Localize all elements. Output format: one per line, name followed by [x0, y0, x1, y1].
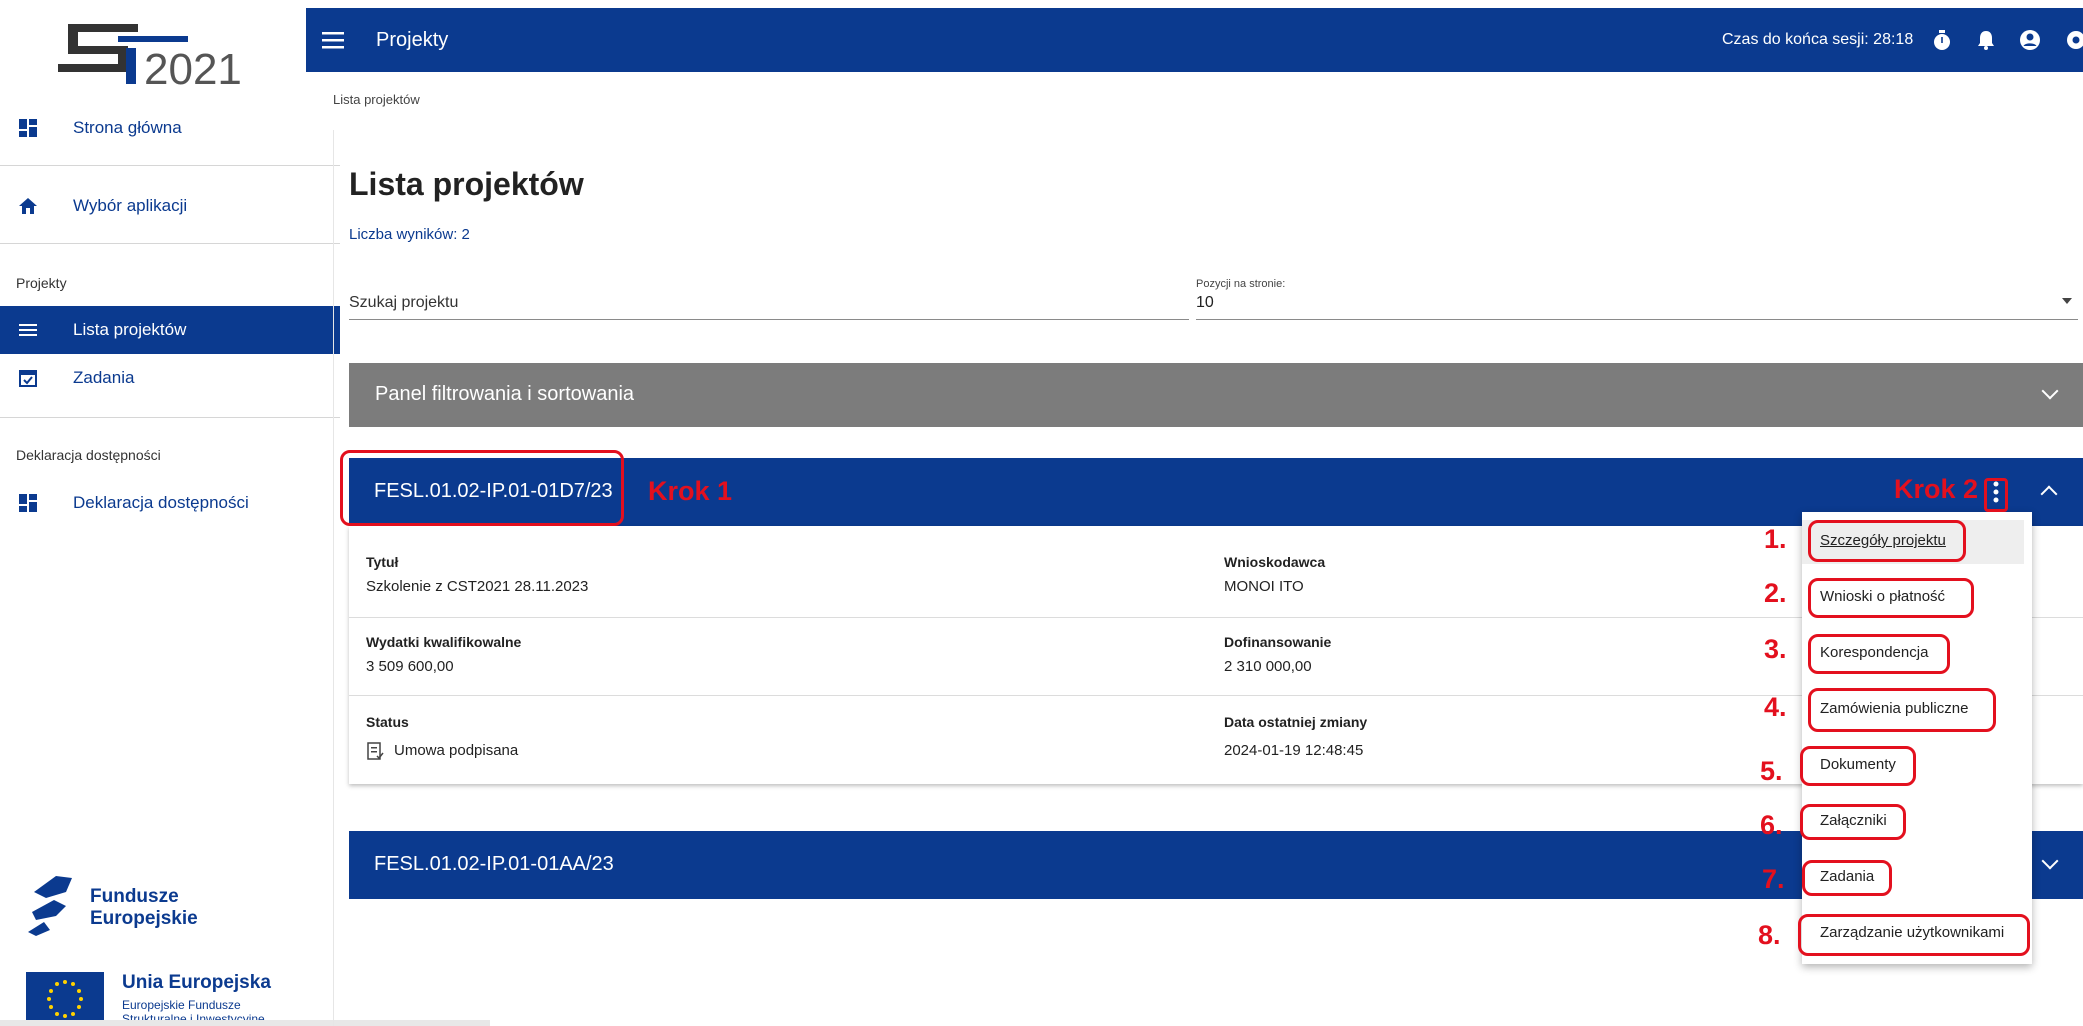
search-placeholder: Szukaj projektu — [349, 294, 459, 311]
per-page-value: 10 — [1196, 294, 1214, 311]
annotation-number-7: 7. — [1762, 864, 1785, 894]
search-input[interactable]: Szukaj projektu — [349, 292, 1189, 320]
eu-flag — [26, 972, 104, 1026]
value-cofinancing: 2 310 000,00 — [1224, 658, 1312, 675]
top-bar: Projekty Czas do końca sesji: 28:18 — [306, 8, 2083, 72]
annotation-number-2: 2. — [1764, 578, 1787, 608]
breadcrumb[interactable]: Lista projektów — [333, 92, 420, 107]
annotation-ring-project — [340, 450, 624, 526]
annotation-ring-4 — [1808, 688, 1996, 732]
value-eligible-expenses: 3 509 600,00 — [366, 658, 454, 675]
divider — [0, 243, 340, 244]
value-status: Umowa podpisana — [394, 742, 519, 759]
annotation-number-4: 4. — [1764, 692, 1787, 722]
fe-logo-text: Fundusze Europejskie — [90, 886, 198, 930]
label-last-change: Data ostatniej zmiany — [1224, 714, 1368, 730]
per-page-select[interactable]: 10 — [1196, 292, 2078, 320]
eu-subtitle-line1: Europejskie Fundusze — [122, 998, 241, 1012]
value-applicant: MONOI ITO — [1224, 578, 1304, 595]
sidebar-section-accessibility: Deklaracja dostępności — [16, 447, 161, 463]
value-last-change: 2024-01-19 12:48:45 — [1224, 742, 1364, 759]
label-eligible-expenses: Wydatki kwalifikowalne — [366, 634, 522, 650]
project-id: FESL.01.02-IP.01-01AA/23 — [374, 853, 614, 875]
annotation-ring-5 — [1800, 746, 1916, 786]
sidebar-item-project-list[interactable]: Lista projektów — [0, 306, 340, 354]
annotation-ring-1 — [1808, 520, 1966, 562]
results-count: Liczba wyników: 2 — [349, 226, 470, 243]
sidebar-item-label: Zadania — [73, 368, 135, 387]
divider — [0, 417, 340, 418]
dashboard-icon — [19, 119, 37, 137]
menu-icon[interactable] — [322, 30, 344, 50]
filter-panel-label: Panel filtrowania i sortowania — [375, 383, 635, 405]
fundusze-europejskie-logo — [28, 876, 72, 936]
label-title: Tytuł — [366, 554, 399, 570]
annotation-step2: Krok 2 — [1894, 474, 1979, 504]
sidebar: 2021 Strona główna Wybór aplikacji Proje… — [0, 0, 490, 1026]
eu-title: Unia Europejska — [122, 972, 271, 993]
dashboard-icon — [19, 494, 37, 512]
value-title: Szkolenie z CST2021 28.11.2023 — [366, 578, 589, 595]
annotation-ring-7 — [1802, 860, 1892, 896]
annotation-number-5: 5. — [1760, 756, 1783, 786]
label-cofinancing: Dofinansowanie — [1224, 634, 1332, 650]
annotation-number-3: 3. — [1764, 634, 1787, 664]
sidebar-item-app-selection[interactable]: Wybór aplikacji — [0, 182, 340, 230]
annotation-ring-2 — [1808, 578, 1974, 618]
document-status-icon — [367, 742, 384, 760]
sidebar-section-projects: Projekty — [16, 275, 67, 291]
content-border — [333, 130, 334, 1026]
home-icon — [19, 198, 37, 214]
divider — [0, 165, 340, 166]
label-status: Status — [366, 714, 409, 730]
sidebar-item-tasks[interactable]: Zadania — [0, 354, 340, 402]
account-icon[interactable] — [2018, 28, 2042, 52]
annotation-number-6: 6. — [1760, 810, 1783, 840]
annotation-ring-3 — [1808, 634, 1950, 674]
chevron-up-icon[interactable] — [2040, 485, 2058, 503]
session-timer: Czas do końca sesji: 28:18 — [1722, 31, 1914, 48]
page-title: Lista projektów — [349, 166, 584, 202]
fe-logo-line1: Fundusze — [90, 886, 179, 907]
label-applicant: Wnioskodawca — [1224, 554, 1326, 570]
chevron-down-icon[interactable] — [2041, 852, 2059, 870]
annotation-ring-8 — [1798, 914, 2030, 956]
top-bar-title: Projekty — [376, 29, 449, 51]
sidebar-item-accessibility[interactable]: Deklaracja dostępności — [0, 479, 340, 527]
dropdown-caret-icon — [2062, 298, 2072, 304]
annotation-number-1: 1. — [1764, 524, 1787, 554]
annotation-step1: Krok 1 — [648, 476, 733, 506]
sidebar-item-label: Strona główna — [73, 118, 182, 137]
list-icon — [19, 324, 37, 336]
notifications-icon[interactable] — [1974, 28, 1998, 52]
settings-icon[interactable] — [2064, 28, 2083, 52]
calendar-check-icon — [19, 370, 37, 387]
per-page-label: Pozycji na stronie: — [1196, 278, 1286, 290]
annotation-number-8: 8. — [1758, 920, 1781, 950]
fe-logo-line2: Europejskie — [90, 908, 198, 929]
timer-icon[interactable] — [1930, 28, 1954, 52]
sidebar-item-home-page[interactable]: Strona główna — [0, 104, 340, 152]
annotation-ring-6 — [1800, 804, 1906, 840]
sidebar-item-label: Lista projektów — [73, 320, 187, 339]
bottom-strip — [0, 1020, 490, 1026]
chevron-down-icon[interactable] — [2041, 382, 2059, 400]
sidebar-item-label: Wybór aplikacji — [73, 196, 188, 215]
annotation-ring-kebab — [1984, 478, 2008, 512]
logo-year: 2021 — [144, 45, 242, 94]
cst2021-logo[interactable]: 2021 — [58, 14, 258, 94]
sidebar-item-label: Deklaracja dostępności — [73, 493, 249, 512]
filter-panel[interactable]: Panel filtrowania i sortowania — [349, 363, 2083, 427]
